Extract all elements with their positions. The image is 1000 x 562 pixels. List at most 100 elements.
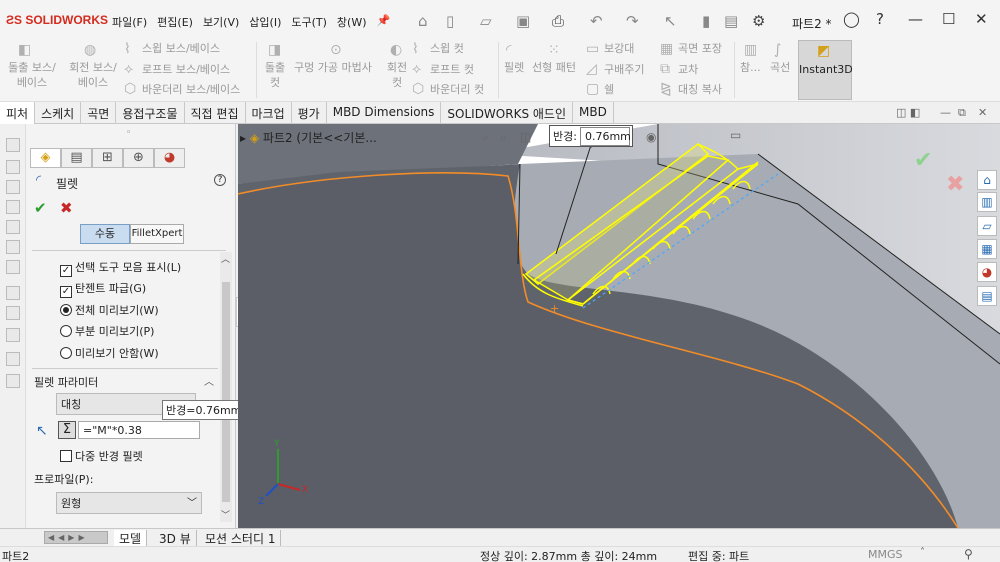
curves-button[interactable]: 곡선 bbox=[770, 60, 790, 75]
tab-weldments[interactable]: 용접구조물 bbox=[116, 102, 185, 124]
scroll-thumb[interactable] bbox=[222, 282, 230, 502]
manual-mode-button[interactable]: 수동 bbox=[80, 224, 130, 244]
view-palette-icon[interactable]: ▦ bbox=[977, 239, 997, 259]
strip-feature-icon[interactable] bbox=[6, 138, 20, 152]
full-preview-radio[interactable]: 전체 미리보기(W) bbox=[60, 302, 159, 318]
shell-button[interactable]: 쉘 bbox=[604, 82, 614, 97]
profile-dropdown[interactable]: 원형 ﹀ bbox=[56, 492, 202, 514]
save-icon[interactable]: ▣ bbox=[516, 12, 530, 30]
menu-file[interactable]: 파일(F) bbox=[112, 14, 147, 30]
revolve-boss-button[interactable]: 회전 보스/ 베이스 bbox=[66, 60, 120, 90]
display-style-icon[interactable]: ▭ bbox=[730, 128, 741, 142]
zoom-to-fit-icon[interactable]: ⌕ bbox=[482, 130, 489, 145]
strip-feature-icon[interactable] bbox=[6, 286, 20, 300]
tab-direct-editing[interactable]: 직접 편집 bbox=[185, 102, 246, 124]
strip-feature-icon[interactable] bbox=[6, 240, 20, 254]
confirm-ok-icon[interactable]: ✔ bbox=[914, 148, 932, 173]
undo-icon[interactable]: ↶ bbox=[590, 12, 603, 30]
dimxpert-tab-icon[interactable]: ⊕ bbox=[123, 148, 154, 168]
radius-input[interactable]: ="M"*0.38 bbox=[78, 421, 200, 439]
rebuild-status-icon[interactable]: ⚲ bbox=[964, 547, 973, 561]
feature-tree-breadcrumb[interactable]: ▸ ◈ 파트2 (기본<<기본... bbox=[240, 129, 377, 146]
home-icon[interactable]: ⌂ bbox=[418, 12, 428, 30]
feature-manager-tab-icon[interactable]: ◈ bbox=[30, 148, 61, 168]
strip-feature-icon[interactable] bbox=[6, 260, 20, 274]
task-home-icon[interactable]: ⌂ bbox=[977, 170, 997, 190]
open-folder-icon[interactable]: ▱ bbox=[480, 12, 492, 30]
mirror-button[interactable]: 대칭 복사 bbox=[678, 82, 722, 97]
print-icon[interactable]: ⎙ bbox=[552, 12, 564, 30]
hole-wizard-button[interactable]: 구멍 가공 마법사 bbox=[294, 60, 372, 75]
tab-navigation-arrows[interactable]: ◀◀▶▶ bbox=[44, 531, 108, 544]
tab-sketch[interactable]: 스케치 bbox=[35, 102, 82, 124]
menu-view[interactable]: 보기(V) bbox=[203, 14, 239, 30]
appearances-icon[interactable]: ◕ bbox=[977, 262, 997, 282]
custom-properties-icon[interactable]: ▤ bbox=[977, 286, 997, 306]
viewport-minimize-icon[interactable]: — bbox=[940, 106, 951, 119]
intersect-button[interactable]: 교차 bbox=[678, 62, 698, 77]
sweep-cut-button[interactable]: 스윕 컷 bbox=[430, 41, 464, 56]
status-units[interactable]: MMGS bbox=[868, 548, 903, 561]
tangent-propagation-checkbox[interactable]: ✓ 탄젠트 파급(G) bbox=[60, 280, 146, 298]
file-properties-icon[interactable]: ▤ bbox=[724, 12, 738, 30]
callout-value-input[interactable]: 0.76mm bbox=[579, 126, 631, 146]
menu-edit[interactable]: 편집(E) bbox=[157, 14, 193, 30]
strip-feature-icon[interactable] bbox=[6, 180, 20, 194]
design-library-icon[interactable]: ▥ bbox=[977, 192, 997, 212]
new-document-icon[interactable]: ▯ bbox=[446, 12, 454, 30]
graphics-viewport[interactable]: + Y X Z ▸ ◈ 파트2 (기본<<기본... ⌕ ⌕ ◫ ◉ ▭ 반경:… bbox=[238, 124, 1000, 528]
strip-feature-icon[interactable] bbox=[6, 220, 20, 234]
strip-feature-icon[interactable] bbox=[6, 200, 20, 214]
options-gear-icon[interactable]: ⚙ bbox=[752, 12, 765, 30]
viewport-close-icon[interactable]: ✕ bbox=[978, 106, 987, 119]
filletxpert-mode-button[interactable]: FilletXpert bbox=[130, 224, 184, 244]
display-manager-tab-icon[interactable]: ◕ bbox=[154, 148, 185, 168]
revolve-cut-button[interactable]: 회전 컷 bbox=[384, 60, 410, 90]
tab-mbd[interactable]: MBD bbox=[573, 102, 614, 124]
strip-feature-icon[interactable] bbox=[6, 352, 20, 366]
property-manager-tab-icon[interactable]: ▤ bbox=[61, 148, 92, 168]
help-icon[interactable]: ? bbox=[876, 10, 884, 28]
wrap-button[interactable]: 곡면 포장 bbox=[678, 41, 722, 56]
no-preview-radio[interactable]: 미리보기 안함(W) bbox=[60, 345, 159, 361]
select-arrow-icon[interactable]: ↖ bbox=[664, 12, 677, 30]
units-chevron-icon[interactable]: ˄ bbox=[920, 547, 925, 558]
strip-feature-icon[interactable] bbox=[6, 160, 20, 174]
reference-geometry-button[interactable]: 참... bbox=[740, 60, 761, 75]
rebuild-icon[interactable]: ▮ bbox=[702, 12, 710, 30]
tab-solidworks-addins[interactable]: SOLIDWORKS 애드인 bbox=[441, 102, 574, 124]
show-toolbar-checkbox[interactable]: ✓ 선택 도구 모음 표시(L) bbox=[60, 259, 181, 277]
strip-feature-icon[interactable] bbox=[6, 306, 20, 320]
linear-pattern-button[interactable]: 선형 패턴 bbox=[532, 60, 576, 75]
pm-scrollbar[interactable]: ︿ ﹀ bbox=[220, 252, 232, 522]
hide-show-icon[interactable]: ◉ bbox=[646, 130, 656, 144]
file-explorer-icon[interactable]: ▱ bbox=[977, 216, 997, 236]
draft-button[interactable]: 구배주기 bbox=[604, 62, 644, 77]
tab-evaluate[interactable]: 평가 bbox=[292, 102, 327, 124]
help-button[interactable]: ? bbox=[214, 174, 226, 186]
zoom-area-icon[interactable]: ⌕ bbox=[500, 130, 507, 145]
rib-button[interactable]: 보강대 bbox=[604, 41, 634, 56]
fillet-button[interactable]: 필렛 bbox=[504, 60, 524, 75]
user-account-icon[interactable]: ◯ bbox=[843, 10, 860, 28]
tab-surfaces[interactable]: 곡면 bbox=[81, 102, 117, 124]
expand-arrow-icon[interactable]: ▸ bbox=[240, 131, 250, 145]
viewport-restore-icon[interactable]: ⧉ bbox=[958, 106, 966, 120]
previous-view-icon[interactable]: ◫ bbox=[520, 130, 531, 144]
sweep-boss-button[interactable]: 스윕 보스/베이스 bbox=[142, 41, 220, 56]
tab-features[interactable]: 피처 bbox=[0, 102, 36, 124]
boundary-boss-button[interactable]: 바운더리 보스/베이스 bbox=[142, 82, 240, 97]
strip-feature-icon[interactable] bbox=[6, 374, 20, 388]
minimize-icon[interactable]: — bbox=[908, 10, 923, 28]
loft-cut-button[interactable]: 로프트 컷 bbox=[430, 62, 474, 77]
ok-checkmark-icon[interactable]: ✔ bbox=[34, 199, 47, 217]
collapse-handle-icon[interactable]: ◦ bbox=[126, 128, 131, 138]
scroll-down-icon[interactable]: ﹀ bbox=[221, 508, 230, 521]
equation-sigma-button[interactable]: Σ bbox=[58, 421, 76, 439]
confirm-cancel-icon[interactable]: ✖ bbox=[946, 172, 964, 197]
fillet-parameters-header[interactable]: 필렛 파라미터 bbox=[34, 374, 98, 390]
configuration-manager-tab-icon[interactable]: ⊞ bbox=[92, 148, 123, 168]
tab-model[interactable]: 모델 bbox=[114, 530, 148, 546]
multi-radius-checkbox[interactable]: 다중 반경 필렛 bbox=[60, 448, 143, 464]
collapse-chevron-icon[interactable]: ︿ bbox=[204, 373, 214, 388]
